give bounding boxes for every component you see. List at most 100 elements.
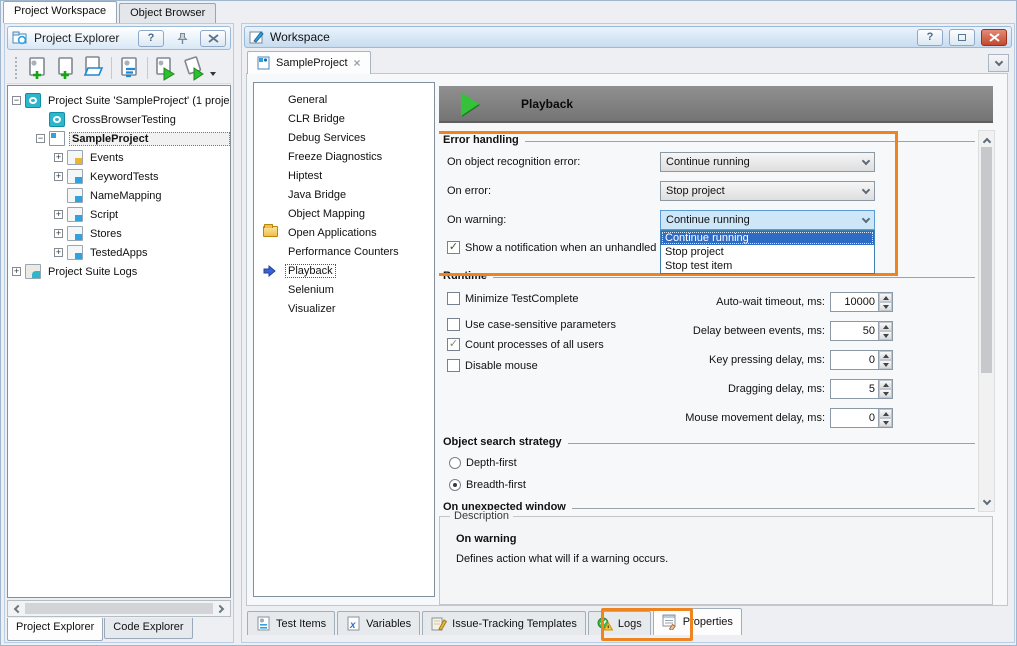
mouse-delay-spinner[interactable]: 0 [830, 408, 893, 428]
spin-down-button[interactable] [879, 389, 892, 398]
spin-up-button[interactable] [879, 322, 892, 331]
tab-project-workspace[interactable]: Project Workspace [3, 1, 117, 23]
category-visualizer[interactable]: Visualizer [254, 299, 434, 318]
collapse-toggle[interactable]: − [12, 96, 21, 105]
tab-properties[interactable]: Properties [653, 608, 742, 635]
category-debug-services[interactable]: Debug Services [254, 128, 434, 147]
depth-first-row[interactable]: Depth-first [449, 457, 517, 469]
key-delay-spinner[interactable]: 0 [830, 350, 893, 370]
spin-up-button[interactable] [879, 380, 892, 389]
expand-toggle[interactable]: + [54, 210, 63, 219]
category-performance-counters[interactable]: Performance Counters [254, 242, 434, 261]
category-java-bridge[interactable]: Java Bridge [254, 185, 434, 204]
case-sensitive-checkbox[interactable] [447, 318, 460, 331]
spin-down-button[interactable] [879, 331, 892, 340]
dragging-delay-spinner[interactable]: 5 [830, 379, 893, 399]
tree-item-namemapping[interactable]: NameMapping [8, 186, 230, 205]
option-continue-running[interactable]: Continue running [661, 231, 874, 245]
tab-logs[interactable]: Logs [588, 611, 651, 635]
scrollbar-thumb[interactable] [981, 147, 992, 373]
toolbar-more-dropdown[interactable] [210, 72, 216, 76]
minimize-button[interactable] [949, 29, 975, 46]
run-test-button[interactable] [181, 55, 206, 81]
close-workspace-button[interactable] [981, 29, 1007, 46]
tab-variables[interactable]: x Variables [337, 611, 420, 635]
tab-project-explorer[interactable]: Project Explorer [7, 618, 103, 641]
auto-wait-spinner[interactable]: 10000 [830, 292, 893, 312]
add-new-project-button[interactable] [25, 55, 50, 81]
tree-item-keywordtests[interactable]: + KeywordTests [8, 167, 230, 186]
delay-events-spinner[interactable]: 50 [830, 321, 893, 341]
close-panel-button[interactable] [200, 30, 226, 47]
help-button[interactable]: ? [917, 29, 943, 46]
category-hiptest[interactable]: Hiptest [254, 166, 434, 185]
minimize-testcomplete-row[interactable]: Minimize TestComplete [447, 292, 579, 305]
close-tab-icon[interactable]: × [354, 56, 361, 70]
tab-code-explorer[interactable]: Code Explorer [104, 618, 192, 639]
notification-checkbox[interactable] [447, 241, 460, 254]
options-vertical-scrollbar[interactable] [978, 130, 995, 512]
recognition-error-select[interactable]: Continue running [660, 152, 875, 172]
disable-mouse-checkbox[interactable] [447, 359, 460, 372]
tree-item-project-suite-logs[interactable]: + Project Suite Logs [8, 262, 230, 281]
add-existing-item-button[interactable] [81, 55, 106, 81]
option-stop-project[interactable]: Stop project [661, 245, 874, 259]
document-tab-sampleproject[interactable]: SampleProject × [247, 51, 371, 74]
depth-first-radio[interactable] [449, 457, 461, 469]
help-button[interactable]: ? [138, 30, 164, 47]
category-clr-bridge[interactable]: CLR Bridge [254, 109, 434, 128]
run-project-button[interactable] [153, 55, 178, 81]
spin-up-button[interactable] [879, 409, 892, 418]
tree-item-project-suite[interactable]: − Project Suite 'SampleProject' (1 proje… [8, 91, 230, 110]
scrollbar-thumb[interactable] [25, 603, 213, 614]
expand-toggle[interactable]: + [54, 248, 63, 257]
count-processes-row[interactable]: Count processes of all users [447, 338, 604, 351]
tree-item-script[interactable]: + Script [8, 205, 230, 224]
on-error-label: On error: [447, 185, 491, 197]
category-object-mapping[interactable]: Object Mapping [254, 204, 434, 223]
organize-test-items-button[interactable] [117, 55, 142, 81]
disable-mouse-row[interactable]: Disable mouse [447, 359, 538, 372]
tab-issue-tracking-templates[interactable]: Issue-Tracking Templates [422, 611, 586, 635]
scroll-right-arrow[interactable] [216, 604, 224, 612]
tab-list-dropdown-button[interactable] [988, 54, 1009, 72]
add-new-item-button[interactable] [53, 55, 78, 81]
category-open-applications[interactable]: Open Applications [254, 223, 434, 242]
minimize-testcomplete-checkbox[interactable] [447, 292, 460, 305]
category-freeze-diagnostics[interactable]: Freeze Diagnostics [254, 147, 434, 166]
pin-button[interactable] [169, 30, 195, 47]
project-explorer-icon [12, 31, 29, 45]
tab-test-items[interactable]: Test Items [247, 611, 335, 635]
collapse-toggle[interactable]: − [36, 134, 45, 143]
expand-toggle[interactable]: + [54, 153, 63, 162]
tree-item-sampleproject[interactable]: − SampleProject [8, 129, 230, 148]
tree-horizontal-scrollbar[interactable] [7, 600, 231, 617]
toolbar-grip[interactable] [15, 57, 18, 79]
breadth-first-row[interactable]: Breadth-first [449, 479, 526, 491]
tree-item-testedapps[interactable]: + TestedApps [8, 243, 230, 262]
spin-down-button[interactable] [879, 302, 892, 311]
category-selenium[interactable]: Selenium [254, 280, 434, 299]
scroll-up-arrow[interactable] [979, 133, 994, 147]
expand-toggle[interactable]: + [54, 229, 63, 238]
spin-up-button[interactable] [879, 351, 892, 360]
on-warning-select[interactable]: Continue running [660, 210, 875, 230]
notification-checkbox-row[interactable]: Show a notification when an unhandled sc [447, 241, 659, 254]
tree-item-crossbrowsertesting[interactable]: CrossBrowserTesting [8, 110, 230, 129]
spin-down-button[interactable] [879, 360, 892, 369]
tree-item-stores[interactable]: + Stores [8, 224, 230, 243]
on-error-select[interactable]: Stop project [660, 181, 875, 201]
spin-down-button[interactable] [879, 418, 892, 427]
expand-toggle[interactable]: + [12, 267, 21, 276]
expand-toggle[interactable]: + [54, 172, 63, 181]
option-stop-test-item[interactable]: Stop test item [661, 259, 874, 273]
scroll-down-arrow[interactable] [979, 495, 994, 509]
spin-up-button[interactable] [879, 293, 892, 302]
scroll-left-arrow[interactable] [14, 604, 22, 612]
tree-item-events[interactable]: + Events [8, 148, 230, 167]
breadth-first-radio[interactable] [449, 479, 461, 491]
category-playback[interactable]: Playback [254, 261, 434, 280]
count-processes-checkbox[interactable] [447, 338, 460, 351]
category-general[interactable]: General [254, 90, 434, 109]
tab-object-browser[interactable]: Object Browser [119, 3, 216, 23]
